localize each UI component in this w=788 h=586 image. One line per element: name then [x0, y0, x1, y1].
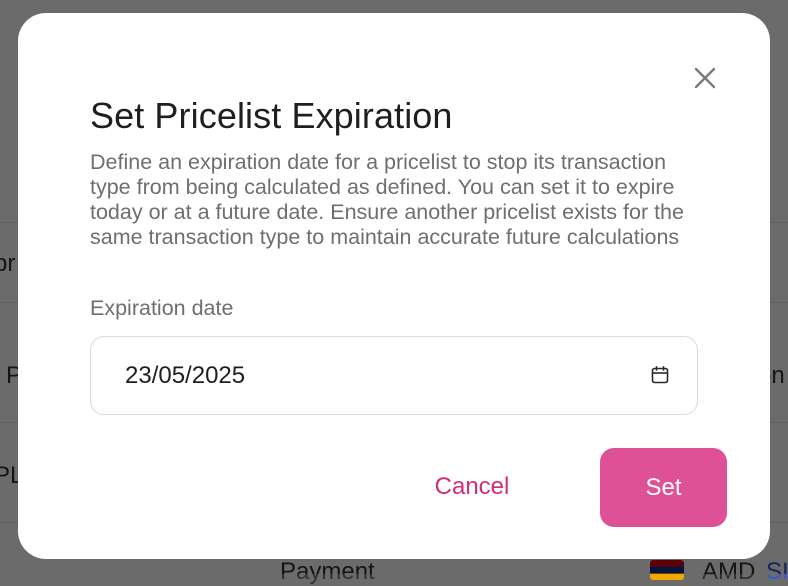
set-pricelist-expiration-dialog: Set Pricelist Expiration Define an expir… — [18, 13, 770, 559]
close-icon — [694, 67, 716, 89]
dialog-title: Set Pricelist Expiration — [90, 95, 453, 136]
expiration-date-label: Expiration date — [90, 296, 234, 320]
close-button[interactable] — [690, 63, 720, 93]
cancel-button[interactable]: Cancel — [413, 453, 531, 521]
dialog-description: Define an expiration date for a pricelis… — [90, 150, 684, 249]
expiration-date-value: 23/05/2025 — [125, 362, 246, 389]
calendar-icon[interactable] — [650, 365, 670, 385]
set-button[interactable]: Set — [600, 448, 727, 527]
expiration-date-input[interactable]: 23/05/2025 — [90, 336, 698, 415]
